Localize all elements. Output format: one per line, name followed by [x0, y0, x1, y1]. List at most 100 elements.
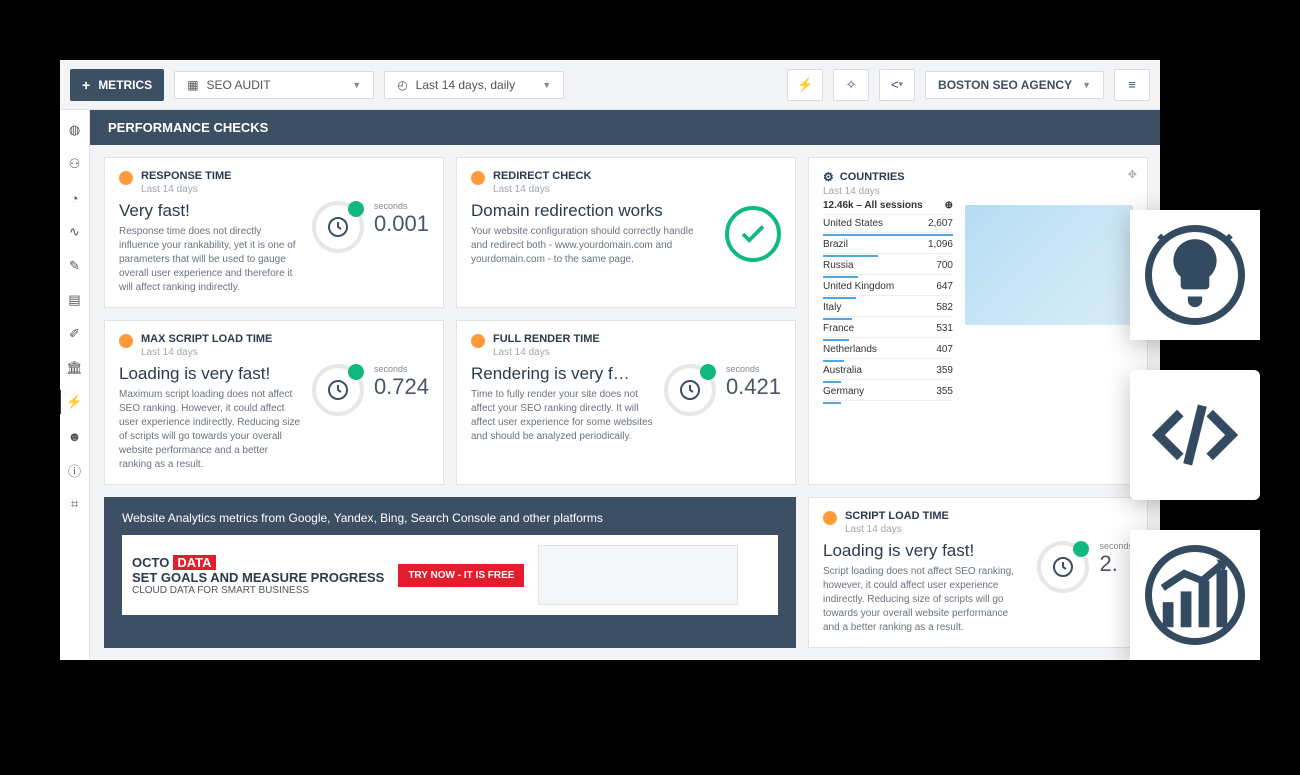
card-subtitle: Last 14 days: [141, 184, 429, 195]
bulb-icon: [823, 511, 837, 525]
globe-icon[interactable]: ◍: [67, 122, 83, 138]
status-dot: [348, 364, 364, 380]
total-sessions: 12.46k – All sessions: [823, 200, 923, 211]
plug-icon: ⚡: [797, 77, 813, 93]
gear-icon[interactable]: ⚙: [823, 170, 834, 184]
card-headline: Loading is very fast!: [119, 364, 302, 384]
clipboard-icon[interactable]: ▤: [67, 292, 83, 308]
card-headline: Rendering is very f…: [471, 364, 654, 384]
plus-icon: +: [82, 77, 90, 93]
card-subtitle: Last 14 days: [493, 347, 781, 358]
card-title: FULL RENDER TIME: [493, 333, 781, 345]
metric-unit: seconds: [374, 364, 429, 374]
plug-icon[interactable]: ⚡: [67, 394, 83, 410]
country-row: Italy582: [823, 299, 953, 317]
sparkle-icon: ✧: [846, 77, 857, 93]
promo-banner: Website Analytics metrics from Google, Y…: [104, 497, 796, 648]
banner-preview-image: [538, 545, 738, 605]
card-full-render: FULL RENDER TIME Last 14 days Rendering i…: [456, 320, 796, 485]
caret-down-icon: ▼: [1082, 80, 1091, 90]
metric-value: 0.001: [374, 211, 429, 237]
card-headline: Domain redirection works: [471, 201, 711, 221]
card-subtitle: Last 14 days: [141, 347, 429, 358]
card-headline: Very fast!: [119, 201, 302, 221]
country-row: Brazil1,096: [823, 236, 953, 254]
expand-icon[interactable]: ⊕: [945, 200, 953, 211]
banner-heading: Website Analytics metrics from Google, Y…: [122, 511, 778, 525]
banner-sub: CLOUD DATA FOR SMART BUSINESS: [132, 585, 384, 596]
metric-value: 0.421: [726, 374, 781, 400]
metrics-button[interactable]: + METRICS: [70, 69, 164, 101]
card-desc: Maximum script loading does not affect S…: [119, 388, 302, 472]
card-redirect-check: REDIRECT CHECK Last 14 days Domain redir…: [456, 157, 796, 308]
try-now-button[interactable]: TRY NOW - IT IS FREE: [398, 564, 524, 587]
card-subtitle: Last 14 days: [845, 524, 1133, 535]
bug-icon[interactable]: ⌗: [67, 496, 83, 512]
status-dot: [1073, 541, 1089, 557]
gauge-icon[interactable]: ◔: [67, 190, 83, 206]
banner-title: SET GOALS AND MEASURE PROGRESS: [132, 570, 384, 585]
share-icon: <: [891, 77, 899, 92]
code-icon: [1151, 391, 1239, 479]
bulb-icon: [119, 334, 133, 348]
octo-data-logo: OCTODATA: [132, 555, 384, 570]
growth-chart-icon: [1145, 545, 1245, 645]
audit-dropdown[interactable]: ▦SEO AUDIT ▼: [174, 71, 374, 99]
edit-icon[interactable]: ✎: [67, 258, 83, 274]
country-row: Australia359: [823, 362, 953, 380]
card-subtitle: Last 14 days: [823, 186, 1133, 197]
topbar: + METRICS ▦SEO AUDIT ▼ ◴Last 14 days, da…: [60, 60, 1160, 110]
card-script-load: SCRIPT LOAD TIME Last 14 days Loading is …: [808, 497, 1148, 648]
agency-label: BOSTON SEO AGENCY: [938, 78, 1072, 92]
metric-unit: seconds: [1099, 541, 1133, 551]
card-desc: Response time does not directly influenc…: [119, 225, 302, 295]
card-title: MAX SCRIPT LOAD TIME: [141, 333, 429, 345]
caret-down-icon: ▾: [899, 79, 904, 90]
main-content: PERFORMANCE CHECKS RESPONSE TIME Last 14…: [90, 110, 1160, 660]
bank-icon[interactable]: 🏛: [67, 360, 83, 376]
grid-icon: ▦: [187, 78, 198, 92]
caret-down-icon: ▼: [352, 80, 361, 90]
world-map: [965, 205, 1133, 325]
card-title: REDIRECT CHECK: [493, 170, 781, 182]
section-header: PERFORMANCE CHECKS: [90, 110, 1160, 145]
metric-unit: seconds: [374, 201, 429, 211]
sparkle-button[interactable]: ✧: [833, 69, 869, 101]
card-response-time: RESPONSE TIME Last 14 days Very fast! Re…: [104, 157, 444, 308]
card-subtitle: Last 14 days: [493, 184, 781, 195]
card-title: RESPONSE TIME: [141, 170, 429, 182]
user-icon[interactable]: ☻: [67, 428, 83, 444]
info-icon[interactable]: ⓘ: [67, 462, 83, 478]
card-title: COUNTRIES: [840, 171, 905, 183]
country-row: France531: [823, 320, 953, 338]
tile-idea: [1130, 210, 1260, 340]
tile-code: [1130, 370, 1260, 500]
share-button[interactable]: <▾: [879, 69, 915, 101]
tile-growth: [1130, 530, 1260, 660]
chart-icon[interactable]: ∿: [67, 224, 83, 240]
country-row: Russia700: [823, 257, 953, 275]
gauge-icon: [664, 364, 716, 416]
metric-value: 0.724: [374, 374, 429, 400]
move-icon[interactable]: ✥: [1128, 168, 1137, 181]
card-headline: Loading is very fast!: [823, 541, 1027, 561]
users-icon[interactable]: ⚇: [67, 156, 83, 172]
metrics-label: METRICS: [98, 78, 152, 92]
menu-button[interactable]: ≡: [1114, 69, 1150, 101]
gauge-icon: [1037, 541, 1089, 593]
card-desc: Script loading does not affect SEO ranki…: [823, 565, 1027, 635]
app-window: + METRICS ▦SEO AUDIT ▼ ◴Last 14 days, da…: [60, 60, 1160, 660]
card-title: SCRIPT LOAD TIME: [845, 510, 1133, 522]
daterange-dropdown[interactable]: ◴Last 14 days, daily ▼: [384, 71, 564, 99]
bulb-icon: [471, 171, 485, 185]
caret-down-icon: ▼: [542, 80, 551, 90]
plug-button[interactable]: ⚡: [787, 69, 823, 101]
bulb-icon: [471, 334, 485, 348]
hamburger-icon: ≡: [1128, 77, 1136, 92]
card-desc: Your website configuration should correc…: [471, 225, 711, 267]
sidebar: ◍ ⚇ ◔ ∿ ✎ ▤ ✐ 🏛 ⚡ ☻ ⓘ ⌗: [60, 110, 90, 660]
gauge-icon: [312, 201, 364, 253]
status-dot: [700, 364, 716, 380]
pencil-icon[interactable]: ✐: [67, 326, 83, 342]
agency-dropdown[interactable]: BOSTON SEO AGENCY ▼: [925, 71, 1104, 99]
